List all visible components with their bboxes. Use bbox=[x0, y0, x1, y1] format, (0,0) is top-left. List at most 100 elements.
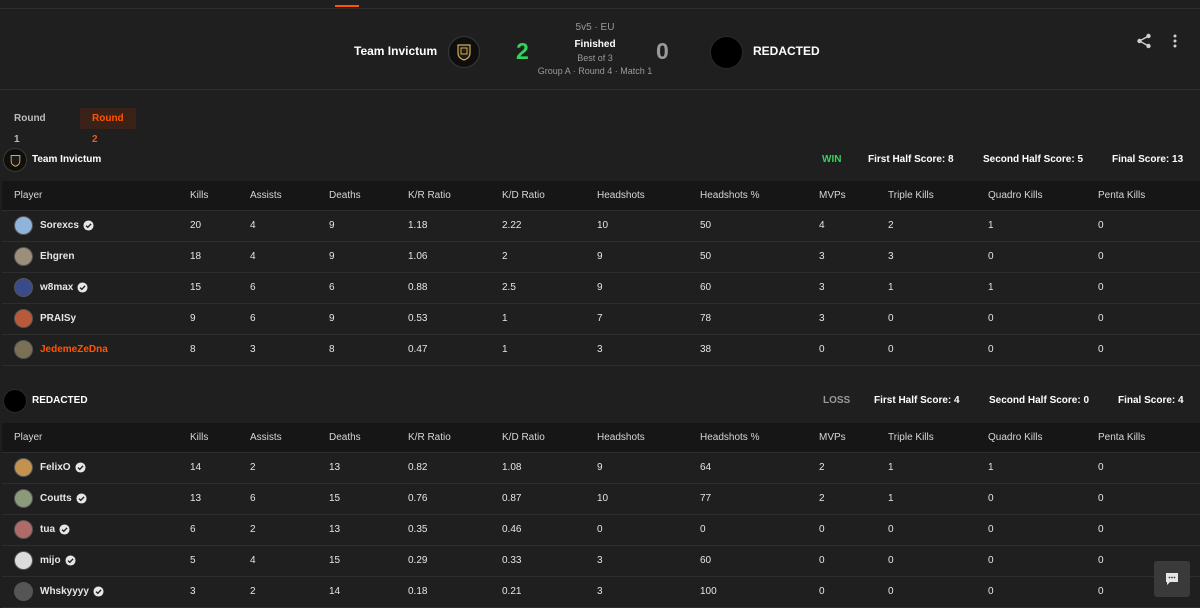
stat-cell: 2 bbox=[888, 220, 894, 231]
avatar[interactable] bbox=[14, 489, 33, 508]
chat-button[interactable] bbox=[1154, 561, 1190, 597]
table-header: Player Kills Assists Deaths K/R Ratio K/D Rat… bbox=[2, 181, 1200, 210]
stat-cell: 2.5 bbox=[502, 282, 516, 293]
stat-cell: 2 bbox=[502, 251, 508, 262]
table-row: mijo 5 4 15 0.29 0.33 3 60 0 0 0 0 bbox=[2, 545, 1200, 576]
player-cell: Ehgren bbox=[14, 242, 74, 271]
avatar[interactable] bbox=[14, 582, 33, 601]
player-cell: Sorexcs bbox=[14, 211, 94, 240]
stat-cell: 1 bbox=[988, 220, 994, 231]
column-header: Penta Kills bbox=[1098, 432, 1146, 443]
player-name[interactable]: JedemeZeDna bbox=[40, 335, 108, 364]
stat-cell: 3 bbox=[597, 555, 603, 566]
stat-cell: 64 bbox=[700, 462, 712, 473]
stat-cell: 0 bbox=[819, 555, 825, 566]
stat-cell: 9 bbox=[329, 251, 335, 262]
stat-cell: 0 bbox=[1098, 493, 1104, 504]
stat-cell: 4 bbox=[250, 251, 256, 262]
stat-cell: 50 bbox=[700, 251, 712, 262]
column-header: Player bbox=[14, 432, 43, 443]
stat-cell: 6 bbox=[250, 493, 256, 504]
stat-cell: 0.33 bbox=[502, 555, 522, 566]
team2-logo bbox=[3, 389, 27, 413]
verified-badge-icon bbox=[77, 282, 88, 293]
stat-cell: 0.21 bbox=[502, 586, 522, 597]
stat-cell: 0 bbox=[888, 344, 894, 355]
avatar[interactable] bbox=[14, 520, 33, 539]
stat-cell: 0 bbox=[1098, 555, 1104, 566]
chat-icon bbox=[1166, 573, 1178, 585]
stat-cell: 9 bbox=[597, 282, 603, 293]
avatar[interactable] bbox=[14, 340, 33, 359]
column-header: Player bbox=[14, 190, 43, 201]
stat-cell: 0.88 bbox=[408, 282, 428, 293]
team-right-name[interactable]: REDACTED bbox=[753, 44, 820, 58]
avatar[interactable] bbox=[14, 216, 33, 235]
stat-cell: 0 bbox=[888, 555, 894, 566]
stat-cell: 50 bbox=[700, 220, 712, 231]
column-header: Headshots bbox=[597, 190, 645, 201]
stat-cell: 6 bbox=[190, 524, 196, 535]
stat-cell: 8 bbox=[190, 344, 196, 355]
group-info: Group A · Round 4 · Match 1 bbox=[537, 66, 653, 76]
stat-cell: 2 bbox=[819, 462, 825, 473]
team2-name[interactable]: REDACTED bbox=[32, 395, 88, 406]
avatar[interactable] bbox=[14, 551, 33, 570]
tab-round-2[interactable]: Round 2 bbox=[80, 108, 136, 145]
stat-cell: 1.18 bbox=[408, 220, 428, 231]
player-name[interactable]: w8max bbox=[40, 273, 73, 302]
stat-cell: 0 bbox=[988, 555, 994, 566]
player-name[interactable]: tua bbox=[40, 515, 55, 544]
stat-cell: 9 bbox=[597, 462, 603, 473]
team2-first-half: First Half Score: 4 bbox=[874, 395, 960, 406]
verified-badge-icon bbox=[83, 220, 94, 231]
avatar[interactable] bbox=[14, 458, 33, 477]
player-name[interactable]: Whskyyyy bbox=[40, 577, 89, 606]
share-icon[interactable] bbox=[1136, 33, 1152, 49]
more-vertical-icon[interactable] bbox=[1168, 33, 1182, 49]
stat-cell: 77 bbox=[700, 493, 712, 504]
player-name[interactable]: FelixO bbox=[40, 453, 71, 482]
team-left-name[interactable]: Team Invictum bbox=[354, 44, 437, 58]
match-format: 5v5 · EU bbox=[575, 22, 615, 33]
table-row: PRAISy 9 6 9 0.53 1 7 78 3 0 0 0 bbox=[2, 303, 1200, 334]
stat-cell: 0 bbox=[819, 586, 825, 597]
match-status: Finished bbox=[574, 39, 616, 50]
stat-cell: 0 bbox=[1098, 251, 1104, 262]
player-name[interactable]: Coutts bbox=[40, 484, 72, 513]
avatar[interactable] bbox=[14, 278, 33, 297]
verified-badge-icon bbox=[59, 524, 70, 535]
player-name[interactable]: PRAISy bbox=[40, 304, 76, 333]
stat-cell: 8 bbox=[329, 344, 335, 355]
stat-cell: 2 bbox=[250, 462, 256, 473]
player-name[interactable]: Sorexcs bbox=[40, 211, 79, 240]
stat-cell: 0 bbox=[819, 344, 825, 355]
tab-round-1[interactable]: Round 1 bbox=[2, 108, 58, 145]
team1-logo bbox=[3, 148, 27, 172]
avatar[interactable] bbox=[14, 309, 33, 328]
player-name[interactable]: Ehgren bbox=[40, 242, 74, 271]
team-left-logo[interactable] bbox=[448, 36, 480, 68]
team2-second-half: Second Half Score: 0 bbox=[989, 395, 1090, 406]
stat-cell: 10 bbox=[597, 493, 609, 504]
table-row: FelixO 14 2 13 0.82 1.08 9 64 2 1 1 0 bbox=[2, 452, 1200, 483]
stat-cell: 0 bbox=[1098, 462, 1104, 473]
column-header: Assists bbox=[250, 432, 282, 443]
column-header: MVPs bbox=[819, 432, 846, 443]
stat-cell: 1 bbox=[888, 282, 894, 293]
player-cell: w8max bbox=[14, 273, 88, 302]
avatar[interactable] bbox=[14, 247, 33, 266]
team1-name[interactable]: Team Invictum bbox=[32, 154, 101, 165]
stat-cell: 3 bbox=[250, 344, 256, 355]
stat-cell: 3 bbox=[819, 251, 825, 262]
table-row: Whskyyyy 3 2 14 0.18 0.21 3 100 0 0 0 0 bbox=[2, 576, 1200, 608]
match-info: 5v5 · EU Finished Best of 3 Group A · Ro… bbox=[520, 22, 670, 76]
stat-cell: 3 bbox=[888, 251, 894, 262]
stat-cell: 14 bbox=[190, 462, 202, 473]
player-name[interactable]: mijo bbox=[40, 546, 61, 575]
player-cell: Whskyyyy bbox=[14, 577, 104, 606]
score-right: 0 bbox=[656, 38, 669, 64]
stat-cell: 0 bbox=[888, 586, 894, 597]
stat-cell: 0 bbox=[1098, 344, 1104, 355]
team-right-logo[interactable] bbox=[710, 36, 743, 69]
